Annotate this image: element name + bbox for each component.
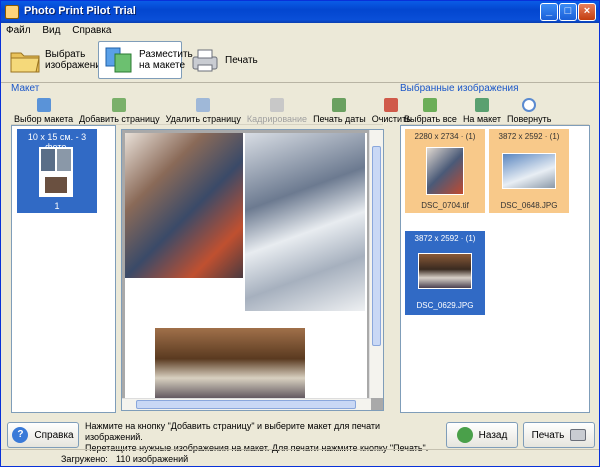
photo-snow-slot[interactable] bbox=[245, 133, 365, 311]
menu-file[interactable]: Файл bbox=[1, 23, 35, 36]
layout-choose-icon bbox=[36, 98, 51, 112]
delete-page-icon bbox=[196, 98, 211, 112]
status-bar: Загружено: 110 изображений bbox=[1, 449, 599, 467]
crop-icon bbox=[269, 98, 284, 112]
printer-icon bbox=[189, 45, 221, 75]
image-thumb-card[interactable]: 3872 x 2592 · (1) DSC_0629.JPG bbox=[405, 231, 485, 315]
window-title: Photo Print Pilot Trial bbox=[24, 5, 136, 17]
select-images-button[interactable]: Выбрать изображения bbox=[5, 41, 106, 79]
menu-help[interactable]: Справка bbox=[67, 23, 115, 36]
to-layout-button[interactable]: На макет bbox=[460, 98, 504, 124]
select-all-button[interactable]: Выбрать все bbox=[401, 98, 460, 124]
add-page-button[interactable]: Добавить страницу bbox=[76, 98, 163, 124]
delete-page-button[interactable]: Удалить страницу bbox=[163, 98, 244, 124]
clear-icon bbox=[384, 98, 399, 112]
photo-child-slot[interactable] bbox=[125, 133, 243, 278]
selected-images-toolbar: Выбрать все На макет Повернуть bbox=[401, 93, 589, 125]
image-thumbnail bbox=[426, 147, 464, 195]
menu-view[interactable]: Вид bbox=[37, 23, 64, 36]
canvas-horizontal-scrollbar[interactable] bbox=[122, 398, 371, 410]
folder-icon bbox=[9, 45, 41, 75]
printer-icon bbox=[570, 429, 587, 441]
status-loaded-value: 110 изображений bbox=[116, 454, 189, 464]
layout-canvas[interactable] bbox=[121, 129, 384, 411]
image-thumb-card[interactable]: 3872 x 2592 · (1) DSC_0648.JPG bbox=[489, 129, 569, 213]
crop-button[interactable]: Кадрирование bbox=[244, 98, 310, 124]
layout-page-number: 1 bbox=[54, 201, 60, 211]
maximize-button[interactable]: □ bbox=[559, 3, 577, 21]
layout-toolbar: Выбор макета Добавить страницу Удалить с… bbox=[11, 93, 411, 125]
title-bar: Photo Print Pilot Trial _ □ × bbox=[1, 1, 599, 23]
minimize-button[interactable]: _ bbox=[540, 3, 558, 21]
image-thumbnail bbox=[502, 153, 556, 189]
close-button[interactable]: × bbox=[578, 3, 596, 21]
main-toolbar: Выбрать изображения Разместить на макете… bbox=[1, 39, 599, 83]
print-dates-button[interactable]: Печать даты bbox=[310, 98, 369, 124]
calendar-icon bbox=[332, 98, 347, 112]
choose-layout-button[interactable]: Выбор макета bbox=[11, 98, 76, 124]
image-dimensions: 3872 x 2592 · (1) bbox=[414, 234, 476, 243]
layout-icon bbox=[103, 45, 135, 75]
rotate-icon bbox=[522, 98, 537, 112]
help-icon: ? bbox=[12, 427, 29, 443]
help-button[interactable]: ? Справка bbox=[7, 422, 79, 448]
to-layout-icon bbox=[474, 98, 489, 112]
back-arrow-icon bbox=[456, 427, 473, 443]
layout-card[interactable]: 10 x 15 см. - 3 фото. 1 bbox=[17, 129, 97, 213]
image-thumbnail bbox=[418, 253, 472, 289]
scroll-thumb[interactable] bbox=[372, 146, 381, 346]
place-on-layout-button[interactable]: Разместить на макете bbox=[98, 41, 193, 79]
scroll-thumb[interactable] bbox=[136, 400, 356, 409]
image-thumb-card[interactable]: 2280 x 2734 · (1) DSC_0704.tif bbox=[405, 129, 485, 213]
select-all-icon bbox=[423, 98, 438, 112]
rotate-button[interactable]: Повернуть bbox=[504, 98, 554, 124]
image-filename: DSC_0648.JPG bbox=[500, 201, 558, 210]
back-button[interactable]: Назад bbox=[446, 422, 518, 448]
app-icon bbox=[5, 5, 19, 19]
image-filename: DSC_0704.tif bbox=[421, 201, 469, 210]
canvas-vertical-scrollbar[interactable] bbox=[369, 130, 383, 398]
add-page-icon bbox=[112, 98, 127, 112]
photo-fence-slot[interactable] bbox=[155, 328, 305, 405]
status-loaded-label: Загружено: bbox=[61, 454, 108, 464]
print-tab-button[interactable]: Печать bbox=[185, 41, 258, 79]
image-filename: DSC_0629.JPG bbox=[416, 301, 474, 310]
layout-thumbnail bbox=[39, 147, 73, 197]
menu-bar: Файл Вид Справка bbox=[1, 23, 599, 39]
image-dimensions: 2280 x 2734 · (1) bbox=[414, 132, 476, 141]
image-dimensions: 3872 x 2592 · (1) bbox=[498, 132, 560, 141]
layout-page bbox=[125, 133, 367, 405]
app-window: Photo Print Pilot Trial _ □ × Файл Вид С… bbox=[0, 0, 600, 467]
print-button[interactable]: Печать bbox=[523, 422, 595, 448]
